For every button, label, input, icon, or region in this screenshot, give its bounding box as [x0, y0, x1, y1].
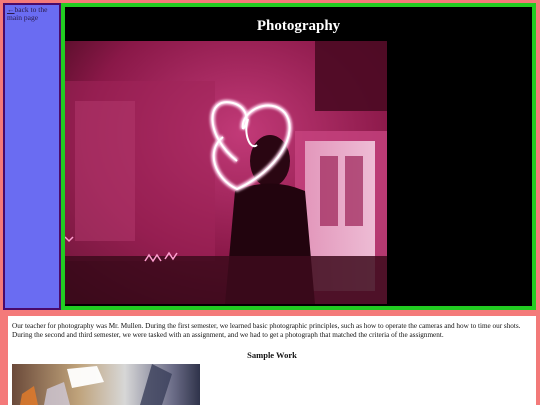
sample-work-heading: Sample Work	[247, 350, 297, 361]
main-frame: Photography	[61, 3, 536, 310]
sample-photo-icon	[12, 364, 200, 405]
content-panel: Our teacher for photography was Mr. Mull…	[8, 316, 536, 405]
description-text: Our teacher for photography was Mr. Mull…	[12, 322, 521, 339]
sidebar: ←back to the main page	[3, 3, 61, 310]
sample-work-image	[12, 364, 200, 405]
light-painting-photo-icon	[65, 41, 387, 304]
page-title: Photography	[256, 18, 341, 34]
back-to-main-link[interactable]: ←back to the main page	[5, 5, 59, 23]
hero-photo	[65, 41, 387, 304]
